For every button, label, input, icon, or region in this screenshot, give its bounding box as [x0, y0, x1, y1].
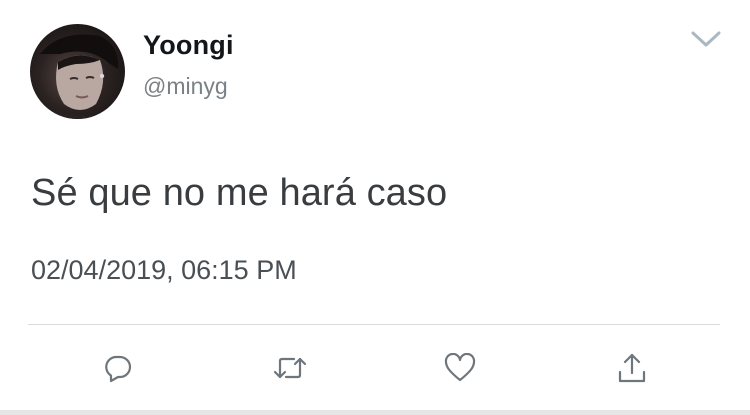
retweet-button[interactable]	[272, 350, 308, 386]
avatar-photo	[30, 34, 125, 119]
tweet-timestamp[interactable]: 02/04/2019, 06:15 PM	[31, 255, 297, 286]
like-button[interactable]	[442, 350, 478, 386]
reply-icon	[105, 355, 132, 383]
user-avatar[interactable]	[30, 24, 125, 119]
tweet-text: Sé que no me hará caso	[31, 172, 448, 214]
divider	[28, 324, 720, 325]
user-handle[interactable]: @minyg	[143, 73, 228, 100]
heart-icon	[444, 353, 476, 382]
chevron-down-icon[interactable]	[690, 28, 722, 50]
display-name[interactable]: Yoongi	[143, 30, 234, 61]
retweet-icon	[273, 357, 307, 379]
share-icon	[618, 353, 646, 383]
tweet-card: Yoongi @minyg Sé que no me hará caso 02/…	[0, 0, 750, 415]
share-button[interactable]	[614, 350, 650, 386]
bottom-border	[0, 410, 750, 415]
reply-button[interactable]	[100, 350, 136, 386]
